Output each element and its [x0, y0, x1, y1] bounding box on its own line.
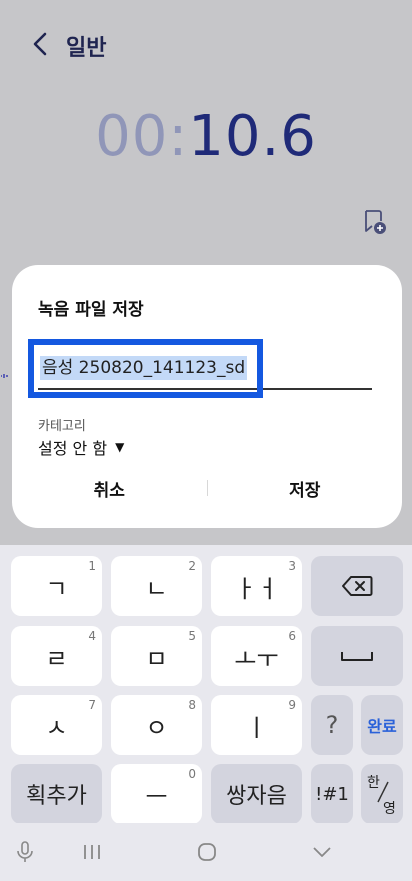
key-label: ㅏㅓ	[234, 574, 279, 603]
page-title: 일반	[66, 36, 107, 61]
key-label: ㅣ	[245, 713, 268, 742]
highlight-box	[28, 339, 263, 398]
timer-minutes: 00	[95, 104, 169, 169]
done-key[interactable]: 완료	[361, 695, 403, 755]
save-recording-dialog: 녹음 파일 저장 음성 250820_141123_sd 카테고리 설정 안 함…	[12, 265, 402, 528]
space-key[interactable]	[311, 626, 403, 686]
key-number: 4	[88, 629, 96, 643]
key-number: 5	[188, 629, 196, 643]
save-button[interactable]: 저장	[208, 476, 403, 501]
key-rieul[interactable]: ㄹ 4	[11, 626, 102, 686]
key-label: 완료	[367, 717, 397, 736]
double-consonant-key[interactable]: 쌍자음	[211, 764, 302, 824]
bookmark-add-icon	[365, 210, 386, 234]
home-button[interactable]	[192, 841, 222, 863]
category-value: 설정 안 함	[38, 439, 108, 458]
voice-input-button[interactable]	[10, 841, 40, 863]
add-bookmark-button[interactable]	[362, 208, 388, 236]
add-stroke-key[interactable]: 획추가	[11, 764, 102, 824]
dialog-title: 녹음 파일 저장	[38, 300, 144, 320]
recent-apps-button[interactable]	[77, 841, 107, 863]
key-label: ㅗㅜ	[234, 644, 279, 673]
backspace-key[interactable]	[311, 556, 403, 616]
key-number: 1	[88, 559, 96, 573]
key-mieum[interactable]: ㅁ 5	[111, 626, 202, 686]
key-number: 9	[288, 698, 296, 712]
key-number: 0	[188, 767, 196, 781]
cancel-button[interactable]: 취소	[12, 476, 207, 501]
key-i[interactable]: ㅣ 9	[211, 695, 302, 755]
category-dropdown[interactable]: 설정 안 함 ▼	[38, 435, 124, 459]
question-key[interactable]: ?	[311, 695, 353, 755]
symbols-key[interactable]: !#1	[311, 764, 353, 824]
key-number: 3	[288, 559, 296, 573]
chevron-left-icon	[33, 32, 47, 56]
key-siot[interactable]: ㅅ 7	[11, 695, 102, 755]
key-label: ㅁ	[145, 644, 168, 673]
timer-separator: :	[168, 104, 189, 169]
key-o-u[interactable]: ㅗㅜ 6	[211, 626, 302, 686]
language-toggle-key[interactable]: 한 영	[361, 764, 403, 824]
timer-seconds: 10.6	[188, 104, 317, 169]
lang-bottom-label: 영	[383, 801, 396, 817]
navigation-bar	[0, 823, 412, 881]
microphone-icon	[17, 841, 33, 862]
key-giyeok[interactable]: ㄱ 1	[11, 556, 102, 616]
space-icon	[341, 652, 373, 661]
key-number: 7	[88, 698, 96, 712]
key-label: ㄴ	[145, 574, 168, 603]
backspace-icon	[342, 576, 373, 596]
back-button[interactable]	[26, 28, 54, 60]
key-label: ㅡ	[145, 782, 168, 811]
waveform-fragment	[0, 366, 10, 378]
key-label: 획추가	[26, 784, 87, 809]
key-a-eo[interactable]: ㅏㅓ 3	[211, 556, 302, 616]
korean-keyboard: ㄱ 1 ㄴ 2 ㅏㅓ 3 ㄹ 4 ㅁ 5 ㅗㅜ 6 ㅅ 7 ㅇ 8 ㅣ 9 ? …	[0, 545, 412, 824]
key-label: ㄹ	[45, 644, 68, 673]
key-label: ㅅ	[45, 713, 68, 742]
key-nieun[interactable]: ㄴ 2	[111, 556, 202, 616]
key-label: ㅇ	[145, 713, 168, 742]
dialog-buttons: 취소 저장	[12, 468, 402, 508]
key-label: 쌍자음	[226, 784, 287, 809]
category-label: 카테고리	[38, 419, 86, 434]
recording-timer: 00:10.6	[0, 104, 412, 169]
key-eu[interactable]: ㅡ 0	[111, 764, 202, 824]
home-icon	[198, 843, 216, 861]
key-label: ㄱ	[45, 574, 68, 603]
key-number: 8	[188, 698, 196, 712]
key-number: 2	[188, 559, 196, 573]
chevron-down-icon	[313, 847, 331, 857]
key-label: !#1	[315, 783, 349, 805]
key-ieung[interactable]: ㅇ 8	[111, 695, 202, 755]
recents-icon	[84, 845, 100, 859]
caret-down-icon: ▼	[115, 440, 125, 454]
key-number: 6	[288, 629, 296, 643]
hide-keyboard-button[interactable]	[307, 841, 337, 863]
key-label: ?	[325, 711, 339, 739]
